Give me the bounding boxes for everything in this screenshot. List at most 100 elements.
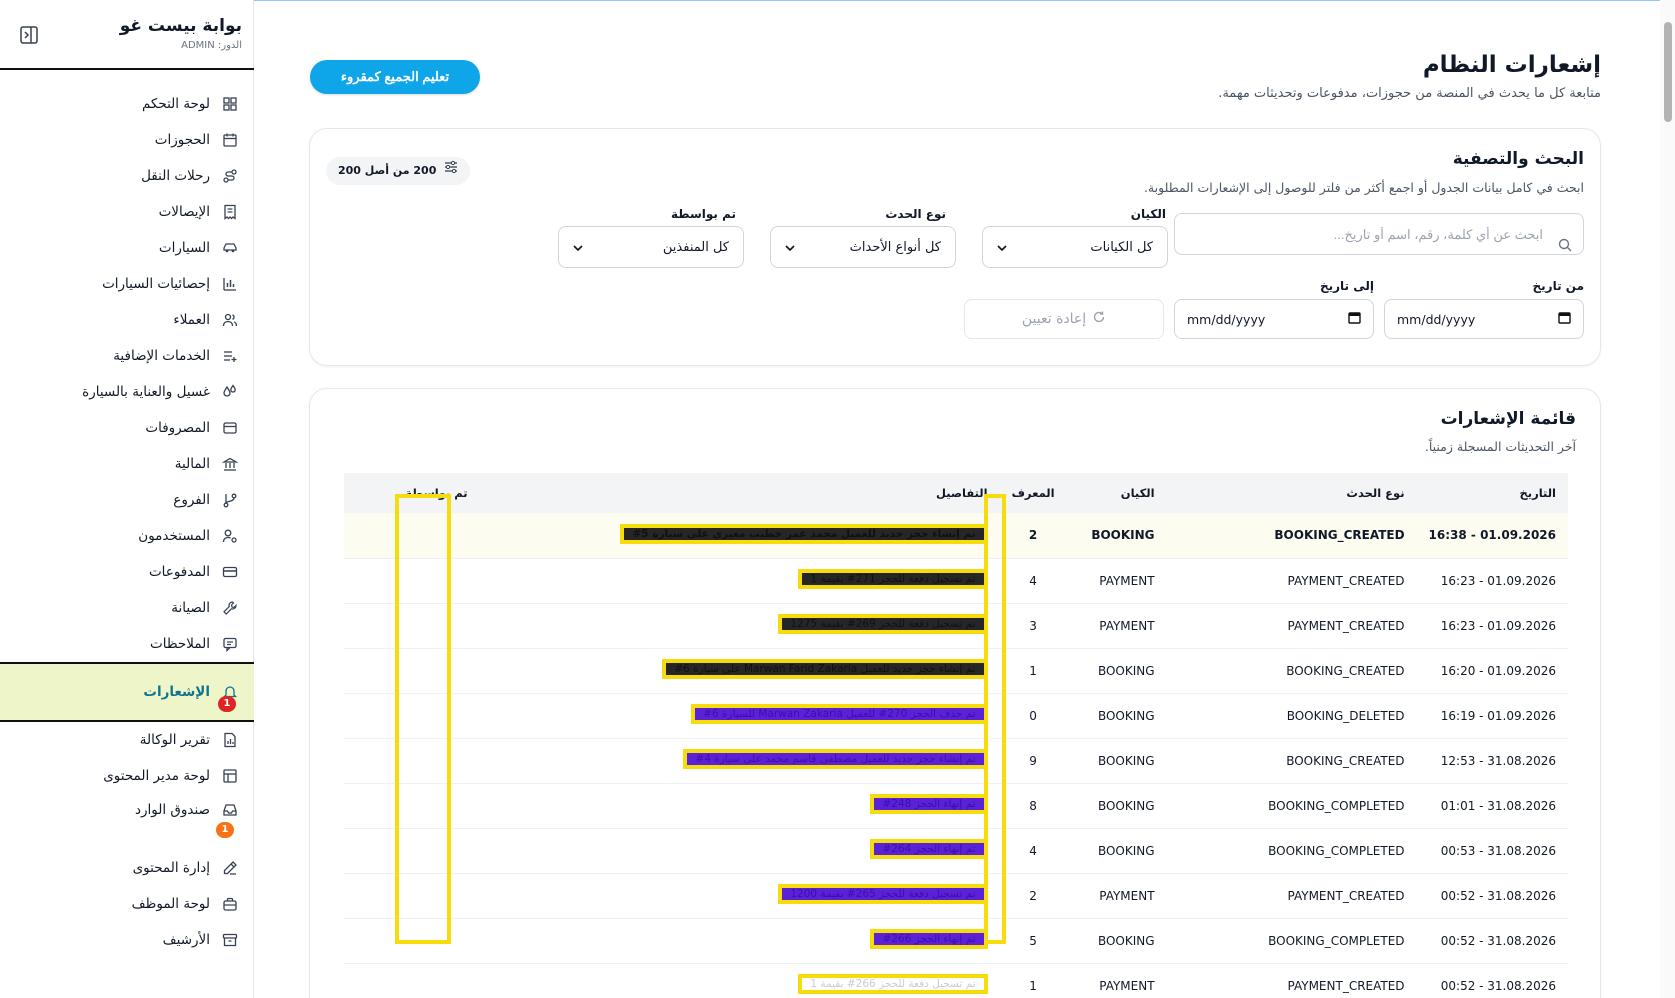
- car-icon: [222, 240, 238, 256]
- notifications-card: قائمة الإشعارات آخر التحديثات المسجلة زم…: [309, 388, 1601, 998]
- sidebar-item-list-plus[interactable]: الخدمات الإضافية: [0, 338, 254, 374]
- sidebar-item-wrench[interactable]: الصيانة: [0, 590, 254, 626]
- sidebar-item-label: صندوق الوارد: [134, 802, 210, 818]
- route-icon: [222, 168, 238, 184]
- table-row[interactable]: 00:52 - 31.08.2026 BOOKING_COMPLETED BOOKI…: [344, 918, 1568, 964]
- cell-id: 2: [999, 513, 1067, 559]
- redaction-by-column: [395, 494, 451, 944]
- cell-date: 16:20 - 01.09.2026: [1416, 648, 1568, 694]
- sidebar-item-label: إحصائيات السيارات: [102, 276, 210, 292]
- sidebar-item-label: غسيل والعناية بالسيارة: [82, 384, 210, 400]
- table-row[interactable]: 00:53 - 31.08.2026 BOOKING_COMPLETED BOOKI…: [344, 828, 1568, 874]
- table-row[interactable]: 16:23 - 01.09.2026 PAYMENT_CREATED PAYMENT…: [344, 603, 1568, 649]
- sidebar-item-label: الحجوزات: [154, 132, 210, 148]
- cell-date: 00:52 - 31.08.2026: [1416, 918, 1568, 964]
- archive-icon: [222, 932, 238, 948]
- event-select-value: كل أنواع الأحداث: [849, 239, 941, 255]
- main-content: إشعارات النظام متابعة كل ما يحدث في المن…: [255, 0, 1660, 998]
- results-count-badge: 200 من أصل 200: [326, 157, 471, 185]
- bank-icon: [222, 456, 238, 472]
- cell-entity: BOOKING: [1066, 738, 1167, 784]
- col-details: التفاصيل: [935, 486, 988, 500]
- cell-date: 16:23 - 01.09.2026: [1416, 603, 1568, 649]
- col-id: المعرف: [1011, 486, 1055, 500]
- reset-button[interactable]: إعادة تعيين: [964, 299, 1164, 339]
- sidebar-item-wallet[interactable]: المصروفات: [0, 410, 254, 446]
- calendar-icon: [1348, 311, 1361, 327]
- dashboard-icon: [222, 96, 238, 112]
- cell-event-type: BOOKING_DELETED: [1166, 693, 1417, 739]
- sidebar-item-dashboard[interactable]: لوحة التحكم: [0, 86, 254, 122]
- sidebar-item-pen[interactable]: إدارة المحتوى: [0, 850, 254, 886]
- sidebar: بوابة بيست غو الدور: ADMIN لوحة التحكم ال…: [0, 0, 254, 998]
- bar-chart-icon: [222, 276, 238, 292]
- sidebar-item-user-cog[interactable]: المستخدمون: [0, 518, 254, 554]
- cell-id: 5: [999, 918, 1067, 964]
- sidebar-item-calendar[interactable]: الحجوزات: [0, 122, 254, 158]
- sidebar-collapse-icon[interactable]: [18, 24, 40, 46]
- table-row[interactable]: 16:20 - 01.09.2026 BOOKING_CREATED BOOKING…: [344, 648, 1568, 694]
- cell-entity: BOOKING: [1066, 828, 1167, 874]
- sidebar-item-users[interactable]: العملاء: [0, 302, 254, 338]
- performed-by-select[interactable]: كل المنفذين: [558, 226, 744, 268]
- filters-title: البحث والتصفية: [1452, 149, 1584, 169]
- sidebar-item-message[interactable]: الملاحظات: [0, 626, 254, 662]
- sidebar-item-layout[interactable]: لوحة مدير المحتوى: [0, 758, 254, 794]
- cell-details: تم إنهاء الحجز 264#: [479, 828, 1000, 874]
- refresh-icon: [1092, 310, 1106, 328]
- sidebar-item-receipt[interactable]: الإيصالات: [0, 194, 254, 230]
- chevron-down-icon: [785, 240, 795, 255]
- sidebar-item-git-branch[interactable]: الفروع: [0, 482, 254, 518]
- from-date-input[interactable]: mm/dd/yyyy: [1384, 299, 1584, 339]
- table-row[interactable]: 01:01 - 31.08.2026 BOOKING_COMPLETED BOOKI…: [344, 783, 1568, 829]
- table-row[interactable]: 16:23 - 01.09.2026 PAYMENT_CREATED PAYMENT…: [344, 558, 1568, 604]
- sidebar-item-credit-card[interactable]: المدفوعات: [0, 554, 254, 590]
- sidebar-item-file-chart[interactable]: تقرير الوكالة: [0, 722, 254, 758]
- cell-details: تم إنشاء حجز جديد للعميل مصطفى قاسم محمد…: [479, 738, 1000, 784]
- scrollbar-thumb[interactable]: [1664, 22, 1672, 122]
- sidebar-item-route[interactable]: رحلات النقل: [0, 158, 254, 194]
- credit-card-icon: [222, 564, 238, 580]
- to-date-input[interactable]: mm/dd/yyyy: [1174, 299, 1374, 339]
- sidebar-item-bar-chart[interactable]: إحصائيات السيارات: [0, 266, 254, 302]
- sidebar-item-archive[interactable]: الأرشيف: [0, 922, 254, 958]
- cell-entity: PAYMENT: [1066, 603, 1167, 649]
- table-row[interactable]: 16:19 - 01.09.2026 BOOKING_DELETED BOOKING…: [344, 693, 1568, 739]
- file-chart-icon: [222, 732, 238, 748]
- cell-entity: PAYMENT: [1066, 873, 1167, 919]
- table-row[interactable]: 00:52 - 31.08.2026 PAYMENT_CREATED PAYMENT…: [344, 873, 1568, 919]
- cell-id: 0: [999, 693, 1067, 739]
- cell-id: 1: [999, 648, 1067, 694]
- cell-details: تم تسجيل دفعة للحجز 269# بقيمة 1275: [479, 603, 1000, 649]
- cell-details: تم إنهاء الحجز 266#: [479, 918, 1000, 964]
- sidebar-item-label: رحلات النقل: [141, 168, 210, 184]
- chevron-down-icon: [573, 240, 583, 255]
- table-row[interactable]: 16:38 - 01.09.2026 BOOKING_CREATED BOOKING…: [344, 513, 1568, 559]
- table-row[interactable]: 12:53 - 31.08.2026 BOOKING_CREATED BOOKING…: [344, 738, 1568, 784]
- sidebar-item-bell[interactable]: الإشعارات 1: [0, 662, 254, 722]
- sidebar-item-label: تقرير الوكالة: [139, 732, 210, 748]
- sidebar-item-briefcase[interactable]: لوحة الموظف: [0, 886, 254, 922]
- chevron-down-icon: [997, 240, 1007, 255]
- search-input[interactable]: [1174, 213, 1584, 255]
- sidebar-header: بوابة بيست غو الدور: ADMIN: [0, 0, 254, 70]
- cell-entity: BOOKING: [1066, 918, 1167, 964]
- sidebar-item-car[interactable]: السيارات: [0, 230, 254, 266]
- mark-all-read-button[interactable]: تعليم الجميع كمقروء: [310, 60, 480, 94]
- sidebar-item-inbox[interactable]: صندوق الوارد 1: [0, 794, 254, 850]
- sidebar-item-label: الصيانة: [171, 600, 210, 616]
- table-row[interactable]: 00:52 - 31.08.2026 PAYMENT_CREATED PAYMENT…: [344, 963, 1568, 998]
- user-role: الدور: ADMIN: [181, 40, 242, 51]
- briefcase-icon: [222, 896, 238, 912]
- reset-label: إعادة تعيين: [1021, 311, 1087, 327]
- sidebar-nav: لوحة التحكم الحجوزات رحلات النقل الإيصالات ا…: [0, 86, 254, 958]
- sidebar-item-droplets[interactable]: غسيل والعناية بالسيارة: [0, 374, 254, 410]
- sidebar-item-label: لوحة مدير المحتوى: [103, 768, 210, 784]
- cell-date: 00:52 - 31.08.2026: [1416, 963, 1568, 998]
- page-scrollbar[interactable]: [1660, 0, 1675, 998]
- entity-select[interactable]: كل الكيانات: [982, 226, 1168, 268]
- sidebar-item-bank[interactable]: المالية: [0, 446, 254, 482]
- cell-details: تم إنهاء الحجز 248#: [479, 783, 1000, 829]
- event-type-select[interactable]: كل أنواع الأحداث: [770, 226, 956, 268]
- notifications-table: التاريخ نوع الحدث الكيان المعرف التفاصيل…: [344, 473, 1568, 998]
